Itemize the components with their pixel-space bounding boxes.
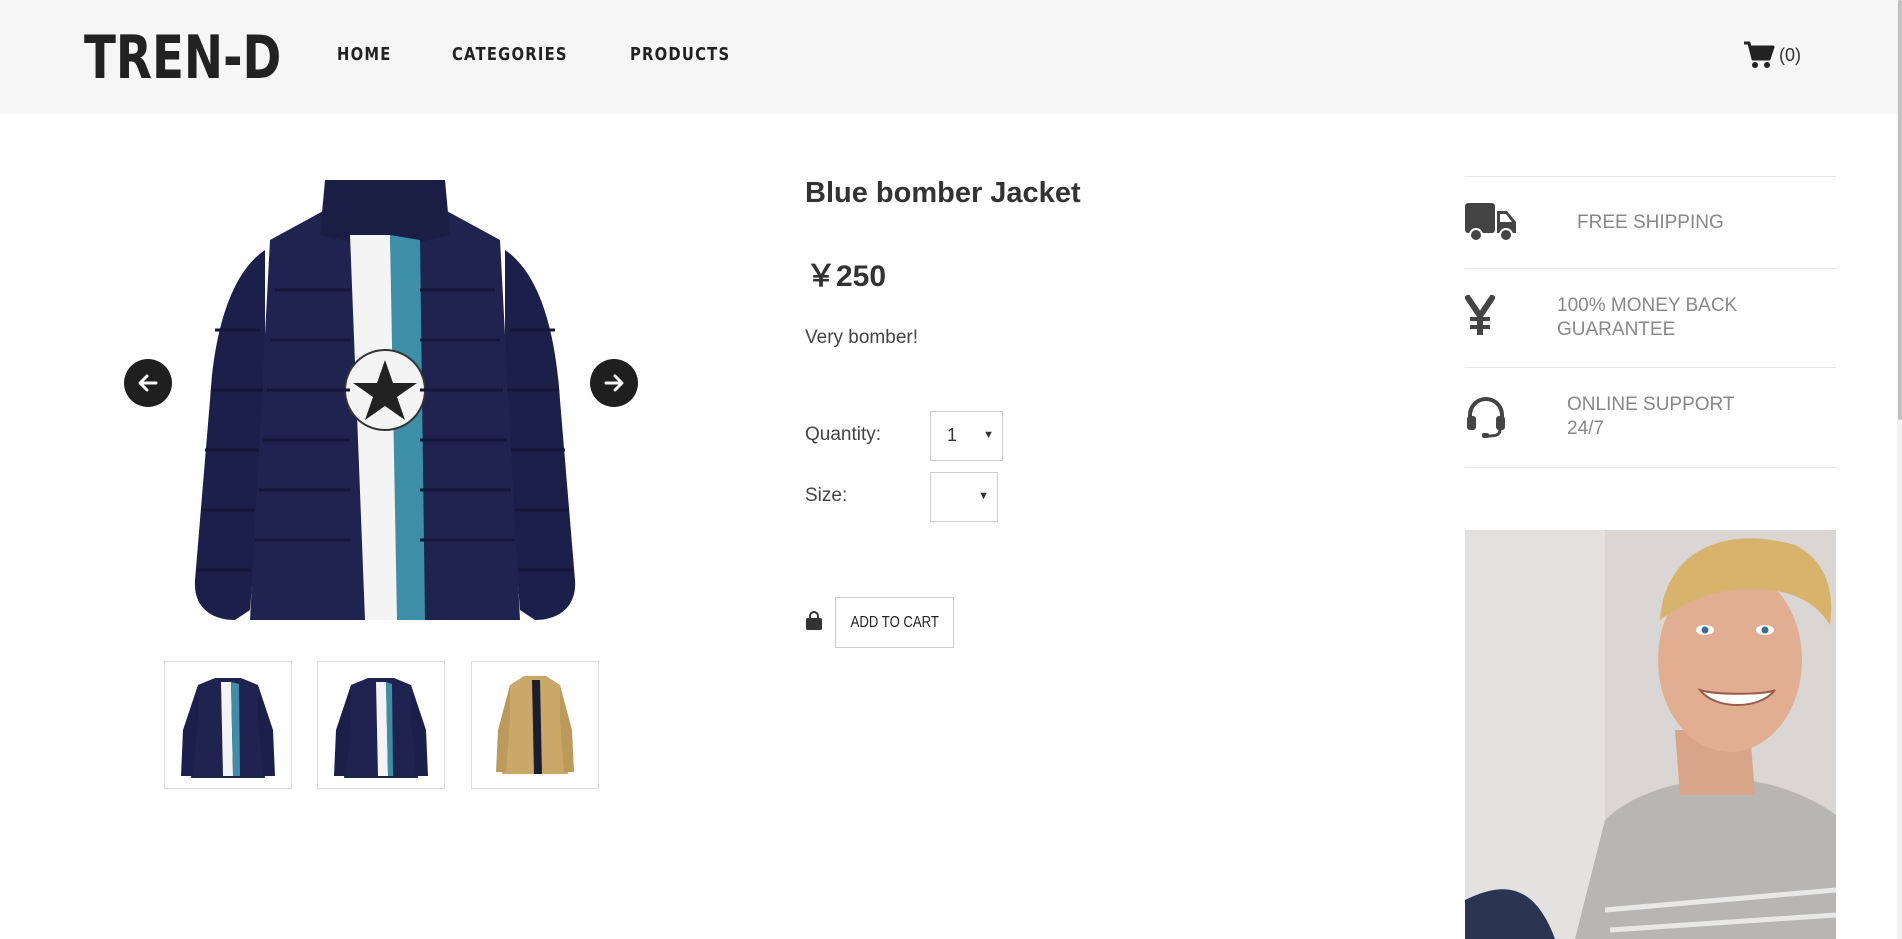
headset-icon (1465, 396, 1507, 443)
nav-item-products[interactable]: PRODUCTS (630, 44, 730, 65)
scrollbar-thumb[interactable] (1898, 0, 1902, 420)
divider (1465, 268, 1836, 269)
quantity-select[interactable]: 1 ▼ (930, 411, 1003, 461)
feature-money-back: 100% MONEY BACK GUARANTEE (1557, 294, 1737, 342)
product-price: ￥250 (806, 260, 887, 293)
divider (1465, 367, 1836, 368)
chevron-down-icon: ▼ (983, 429, 994, 441)
product-description: Very bomber! (805, 327, 918, 348)
chevron-down-icon: ▼ (978, 490, 989, 502)
size-select[interactable]: ▼ (930, 472, 998, 522)
arrow-right-icon (604, 374, 624, 392)
divider (1465, 176, 1836, 177)
size-label: Size: (805, 485, 848, 506)
feature-line: 24/7 (1567, 418, 1604, 439)
gallery-next-button[interactable] (590, 359, 638, 407)
nav-item-categories[interactable]: CATEGORIES (452, 44, 568, 65)
feature-online-support: ONLINE SUPPORT 24/7 (1567, 393, 1735, 441)
product-title: Blue bomber Jacket (805, 177, 1081, 209)
feature-line: 100% MONEY BACK (1557, 295, 1738, 316)
promo-banner-image (1465, 530, 1836, 939)
yen-icon (1463, 293, 1497, 342)
truck-icon (1465, 203, 1517, 248)
divider (1465, 467, 1836, 468)
nav-item-home[interactable]: HOME (337, 44, 392, 65)
gallery-prev-button[interactable] (124, 359, 172, 407)
feature-line: FREE SHIPPING (1577, 212, 1724, 233)
add-to-cart-label: ADD TO CART (850, 613, 939, 631)
cart-count: (0) (1779, 44, 1801, 65)
cart-button[interactable]: (0) (1743, 40, 1801, 70)
feature-line: GUARANTEE (1557, 319, 1676, 340)
site-header: TREN-D HOME CATEGORIES PRODUCTS (0) (0, 0, 1897, 114)
thumbnail-2[interactable] (317, 661, 445, 789)
thumbnail-3[interactable] (471, 661, 599, 789)
add-to-cart-button[interactable]: ADD TO CART (835, 597, 954, 648)
quantity-value: 1 (947, 425, 958, 445)
site-logo[interactable]: TREN-D (84, 22, 281, 94)
cart-icon (1744, 41, 1775, 68)
feature-line: ONLINE SUPPORT (1567, 394, 1735, 415)
product-main-image (175, 180, 595, 640)
arrow-left-icon (138, 374, 158, 392)
shopping-bag-icon (805, 611, 823, 636)
thumbnail-1[interactable] (164, 661, 292, 789)
feature-free-shipping: FREE SHIPPING (1577, 211, 1724, 235)
quantity-label: Quantity: (805, 424, 882, 445)
